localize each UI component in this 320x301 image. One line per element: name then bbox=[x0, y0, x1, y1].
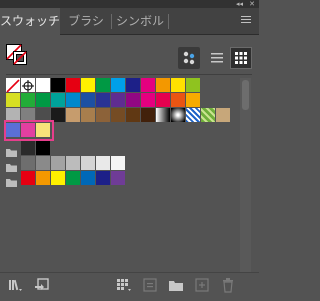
color-swatch[interactable] bbox=[21, 123, 35, 137]
fill-stroke-indicator[interactable] bbox=[6, 44, 28, 66]
scrollbar-thumb[interactable] bbox=[242, 80, 249, 110]
color-swatch[interactable] bbox=[21, 141, 35, 155]
bottom-toolbar bbox=[0, 272, 259, 301]
gradient-swatch[interactable] bbox=[171, 108, 185, 122]
none-swatch[interactable] bbox=[6, 78, 20, 93]
new-color-group-icon[interactable] bbox=[168, 277, 184, 293]
gradient-swatch[interactable] bbox=[156, 108, 170, 122]
place-swatches-icon[interactable] bbox=[34, 277, 50, 293]
color-swatch[interactable] bbox=[171, 93, 185, 107]
color-swatch[interactable] bbox=[51, 171, 65, 185]
color-swatch[interactable] bbox=[21, 171, 35, 185]
tab-swatches[interactable]: スウォッチ bbox=[0, 8, 60, 35]
color-swatch[interactable] bbox=[6, 93, 20, 107]
pattern-swatch[interactable] bbox=[186, 108, 200, 122]
color-swatch[interactable] bbox=[156, 78, 170, 92]
color-swatch[interactable] bbox=[51, 156, 65, 170]
list-view-button[interactable] bbox=[206, 47, 228, 69]
new-swatch-icon[interactable] bbox=[194, 277, 210, 293]
color-swatch[interactable] bbox=[186, 93, 200, 107]
swatch-grid bbox=[4, 78, 232, 187]
panel-menu-icon[interactable] bbox=[241, 16, 251, 24]
color-swatch[interactable] bbox=[36, 171, 50, 185]
color-swatch[interactable] bbox=[36, 78, 50, 92]
grid-icon bbox=[235, 52, 247, 64]
color-swatch[interactable] bbox=[21, 156, 35, 170]
panel-tab-row: スウォッチ ブラシ シンボル bbox=[0, 8, 259, 35]
color-swatch[interactable] bbox=[66, 78, 80, 92]
thumbnail-view-button[interactable] bbox=[230, 47, 252, 69]
color-swatch[interactable] bbox=[66, 93, 80, 107]
tab-symbols[interactable]: シンボル bbox=[112, 8, 168, 34]
color-swatch[interactable] bbox=[126, 78, 140, 92]
color-swatch[interactable] bbox=[81, 171, 95, 185]
color-swatch[interactable] bbox=[126, 108, 140, 122]
color-swatch[interactable] bbox=[96, 78, 110, 92]
color-swatch[interactable] bbox=[36, 93, 50, 107]
color-swatch[interactable] bbox=[216, 108, 230, 122]
show-kind-button[interactable] bbox=[178, 47, 200, 69]
color-swatch[interactable] bbox=[66, 156, 80, 170]
color-swatch[interactable] bbox=[186, 78, 200, 92]
tab-brushes[interactable]: ブラシ bbox=[62, 8, 110, 34]
color-swatch[interactable] bbox=[21, 93, 35, 107]
color-swatch[interactable] bbox=[81, 93, 95, 107]
color-swatch[interactable] bbox=[111, 156, 125, 170]
color-swatch[interactable] bbox=[66, 108, 80, 122]
color-swatch[interactable] bbox=[126, 93, 140, 107]
color-swatch[interactable] bbox=[111, 171, 125, 185]
registration-swatch[interactable] bbox=[21, 78, 35, 92]
panel-titlebar: ◂◂ ✕ bbox=[0, 0, 259, 8]
color-group-folder-icon[interactable] bbox=[6, 173, 18, 187]
swatch-options-icon[interactable] bbox=[142, 277, 158, 293]
color-swatch[interactable] bbox=[51, 78, 65, 92]
color-dots-icon bbox=[183, 51, 195, 65]
color-swatch[interactable] bbox=[111, 93, 125, 107]
color-swatch[interactable] bbox=[36, 141, 50, 155]
color-swatch[interactable] bbox=[36, 156, 50, 170]
tab-divider bbox=[168, 14, 169, 29]
delete-swatch-icon[interactable] bbox=[220, 277, 236, 293]
color-swatch[interactable] bbox=[96, 93, 110, 107]
color-swatch[interactable] bbox=[81, 78, 95, 92]
color-swatch[interactable] bbox=[141, 78, 155, 92]
color-swatch[interactable] bbox=[111, 78, 125, 92]
close-panel-icon[interactable]: ✕ bbox=[249, 0, 255, 8]
none-fill-stroke-icon bbox=[6, 44, 27, 65]
color-group-folder-icon[interactable] bbox=[6, 143, 18, 157]
toolbar-divider bbox=[6, 74, 252, 75]
color-swatch[interactable] bbox=[6, 123, 20, 137]
color-swatch[interactable] bbox=[51, 93, 65, 107]
color-swatch[interactable] bbox=[36, 123, 50, 137]
color-group-folder-icon[interactable] bbox=[6, 158, 18, 172]
color-swatch[interactable] bbox=[141, 93, 155, 107]
color-swatch[interactable] bbox=[66, 171, 80, 185]
color-swatch[interactable] bbox=[81, 108, 95, 122]
color-swatch[interactable] bbox=[96, 171, 110, 185]
collapse-panel-icon[interactable]: ◂◂ bbox=[236, 0, 243, 8]
color-swatch[interactable] bbox=[96, 156, 110, 170]
color-swatch[interactable] bbox=[111, 108, 125, 122]
show-swatch-kinds-icon[interactable] bbox=[116, 277, 132, 293]
swatch-libraries-icon[interactable] bbox=[8, 277, 24, 293]
color-swatch[interactable] bbox=[96, 108, 110, 122]
color-swatch[interactable] bbox=[171, 78, 185, 92]
pattern-swatch[interactable] bbox=[201, 108, 215, 122]
color-swatch[interactable] bbox=[81, 156, 95, 170]
color-swatch[interactable] bbox=[156, 93, 170, 107]
list-icon bbox=[211, 53, 223, 63]
color-swatch[interactable] bbox=[141, 108, 155, 122]
